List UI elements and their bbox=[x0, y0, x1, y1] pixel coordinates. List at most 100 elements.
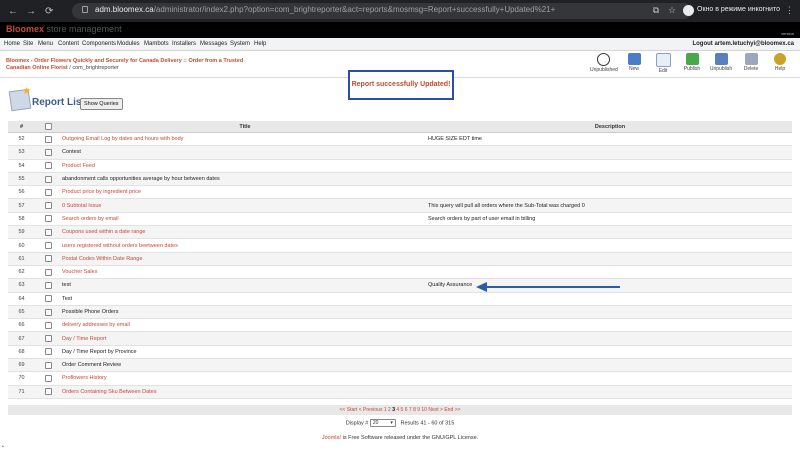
menu-components[interactable]: Components bbox=[82, 41, 116, 47]
row-select-cell[interactable] bbox=[35, 238, 62, 253]
row-title-cell: Proflowers History bbox=[62, 371, 428, 386]
edit-button[interactable]: Edit bbox=[650, 53, 676, 75]
extension-icon[interactable]: ⧉ bbox=[651, 5, 661, 15]
row-checkbox[interactable] bbox=[45, 215, 52, 223]
row-title-link[interactable]: 0 Subtotal Issue bbox=[62, 203, 101, 209]
page-link[interactable]: 6 bbox=[405, 407, 408, 413]
menu-installers[interactable]: Installers bbox=[172, 41, 196, 47]
row-select-cell[interactable] bbox=[35, 371, 62, 386]
row-select-cell[interactable] bbox=[35, 145, 62, 160]
select-all-checkbox[interactable] bbox=[45, 123, 52, 130]
menu-messages[interactable]: Messages bbox=[200, 41, 227, 47]
row-title-link[interactable]: users registered without orders beetween… bbox=[62, 243, 178, 249]
row-select-cell[interactable] bbox=[35, 305, 62, 320]
menu-system[interactable]: System bbox=[230, 41, 250, 47]
row-checkbox[interactable] bbox=[45, 295, 52, 303]
row-title-link[interactable]: Day / Time Report bbox=[62, 336, 106, 342]
row-checkbox[interactable] bbox=[45, 242, 52, 250]
row-title-link[interactable]: Proflowers History bbox=[62, 375, 107, 381]
row-select-cell[interactable] bbox=[35, 331, 62, 346]
unpublished-button[interactable]: Unpublished bbox=[590, 53, 618, 75]
menu-modules[interactable]: Modules bbox=[117, 41, 140, 47]
row-checkbox[interactable] bbox=[45, 228, 52, 236]
menu-site[interactable]: Site bbox=[23, 41, 33, 47]
row-title-link[interactable]: Search orders by email bbox=[62, 216, 119, 222]
row-checkbox[interactable] bbox=[45, 361, 52, 369]
row-select-cell[interactable] bbox=[35, 212, 62, 227]
row-select-cell[interactable] bbox=[35, 278, 62, 293]
row-select-cell[interactable] bbox=[35, 132, 62, 147]
row-checkbox[interactable] bbox=[45, 255, 52, 263]
row-checkbox[interactable] bbox=[45, 175, 52, 183]
row-title-link[interactable]: Orders Containing Sku Between Dates bbox=[62, 389, 156, 395]
row-checkbox[interactable] bbox=[45, 135, 52, 143]
display-count-select[interactable]: 20 ▾ bbox=[369, 419, 396, 427]
menu-home[interactable]: Home bbox=[4, 41, 20, 47]
row-title-link[interactable]: Product price by ingredient price bbox=[62, 189, 141, 195]
row-checkbox[interactable] bbox=[45, 268, 52, 276]
publish-button[interactable]: Publish bbox=[679, 53, 705, 75]
page-link[interactable]: 7 bbox=[409, 407, 412, 413]
row-select-cell[interactable] bbox=[35, 385, 62, 399]
page-link[interactable]: 10 bbox=[421, 407, 427, 413]
row-checkbox[interactable] bbox=[45, 202, 52, 210]
row-title-link[interactable]: delivery addresses by email bbox=[62, 322, 130, 328]
pagination-end[interactable]: End >> bbox=[444, 407, 460, 413]
row-title-link[interactable]: Voucher Sales bbox=[62, 269, 97, 275]
page-link[interactable]: 4 bbox=[396, 407, 399, 413]
joomla-link[interactable]: Joomla! bbox=[322, 435, 341, 441]
menu-menu[interactable]: Menu bbox=[38, 41, 53, 47]
delete-button[interactable]: Delete bbox=[738, 53, 764, 75]
header-title[interactable]: Title bbox=[62, 121, 428, 133]
row-title-link[interactable]: Product Feed bbox=[62, 163, 95, 169]
row-select-cell[interactable] bbox=[35, 292, 62, 306]
breadcrumb-site[interactable]: Bloomex - Order Flowers Quickly and Secu… bbox=[6, 58, 243, 71]
reload-icon[interactable]: ⟳ bbox=[45, 6, 53, 17]
pagination-next[interactable]: Next > bbox=[428, 407, 443, 413]
row-select-cell[interactable] bbox=[35, 358, 62, 373]
row-select-cell[interactable] bbox=[35, 198, 62, 213]
row-select-cell[interactable] bbox=[35, 172, 62, 187]
page-link[interactable]: 8 bbox=[413, 407, 416, 413]
help-button[interactable]: Help bbox=[767, 53, 793, 75]
new-button[interactable]: New bbox=[621, 53, 647, 75]
row-checkbox[interactable] bbox=[45, 348, 52, 356]
row-checkbox[interactable] bbox=[45, 148, 52, 156]
row-checkbox[interactable] bbox=[45, 388, 52, 396]
show-queries-button[interactable]: Show Queries bbox=[80, 98, 123, 110]
unpublish-button[interactable]: Unpublish bbox=[708, 53, 734, 75]
row-checkbox[interactable] bbox=[45, 188, 52, 196]
menu-mambots[interactable]: Mambots bbox=[144, 41, 169, 47]
pagination-start[interactable]: << Start bbox=[340, 407, 358, 413]
row-select-cell[interactable] bbox=[35, 225, 62, 240]
row-checkbox[interactable] bbox=[45, 335, 52, 343]
header-select-all[interactable] bbox=[35, 121, 62, 133]
page-link[interactable]: 1 bbox=[384, 407, 387, 413]
row-checkbox[interactable] bbox=[45, 321, 52, 329]
menu-help[interactable]: Help bbox=[254, 41, 266, 47]
browser-menu-icon[interactable]: ⋮ bbox=[785, 5, 794, 16]
row-select-cell[interactable] bbox=[35, 345, 62, 360]
page-link[interactable]: 2 bbox=[388, 407, 391, 413]
bookmark-star-icon[interactable]: ☆ bbox=[667, 5, 677, 15]
back-arrow-icon[interactable]: ← bbox=[8, 6, 18, 17]
row-title-link[interactable]: Coupons used within a date range bbox=[62, 229, 145, 235]
pagination-previous[interactable]: < Previous bbox=[359, 407, 383, 413]
row-title-link[interactable]: Postal Codes Within Date Range bbox=[62, 256, 142, 262]
page-link[interactable]: 9 bbox=[417, 407, 420, 413]
row-checkbox[interactable] bbox=[45, 374, 52, 382]
row-select-cell[interactable] bbox=[35, 265, 62, 280]
row-select-cell[interactable] bbox=[35, 185, 62, 200]
row-checkbox[interactable] bbox=[45, 162, 52, 170]
row-title-link[interactable]: Outgoing Email Log by dates and hours wi… bbox=[62, 136, 183, 142]
row-select-cell[interactable] bbox=[35, 159, 62, 173]
row-checkbox[interactable] bbox=[45, 308, 52, 316]
row-checkbox[interactable] bbox=[45, 281, 52, 289]
logout-link[interactable]: Logout artem.letuchyi@bloomex.ca bbox=[692, 41, 794, 47]
page-link[interactable]: 5 bbox=[401, 407, 404, 413]
row-select-cell[interactable] bbox=[35, 318, 62, 333]
row-select-cell[interactable] bbox=[35, 252, 62, 266]
address-url[interactable]: adm.bloomex.ca/administrator/index2.php?… bbox=[95, 5, 555, 14]
forward-arrow-icon[interactable]: → bbox=[26, 6, 36, 17]
menu-content[interactable]: Content bbox=[58, 41, 79, 47]
